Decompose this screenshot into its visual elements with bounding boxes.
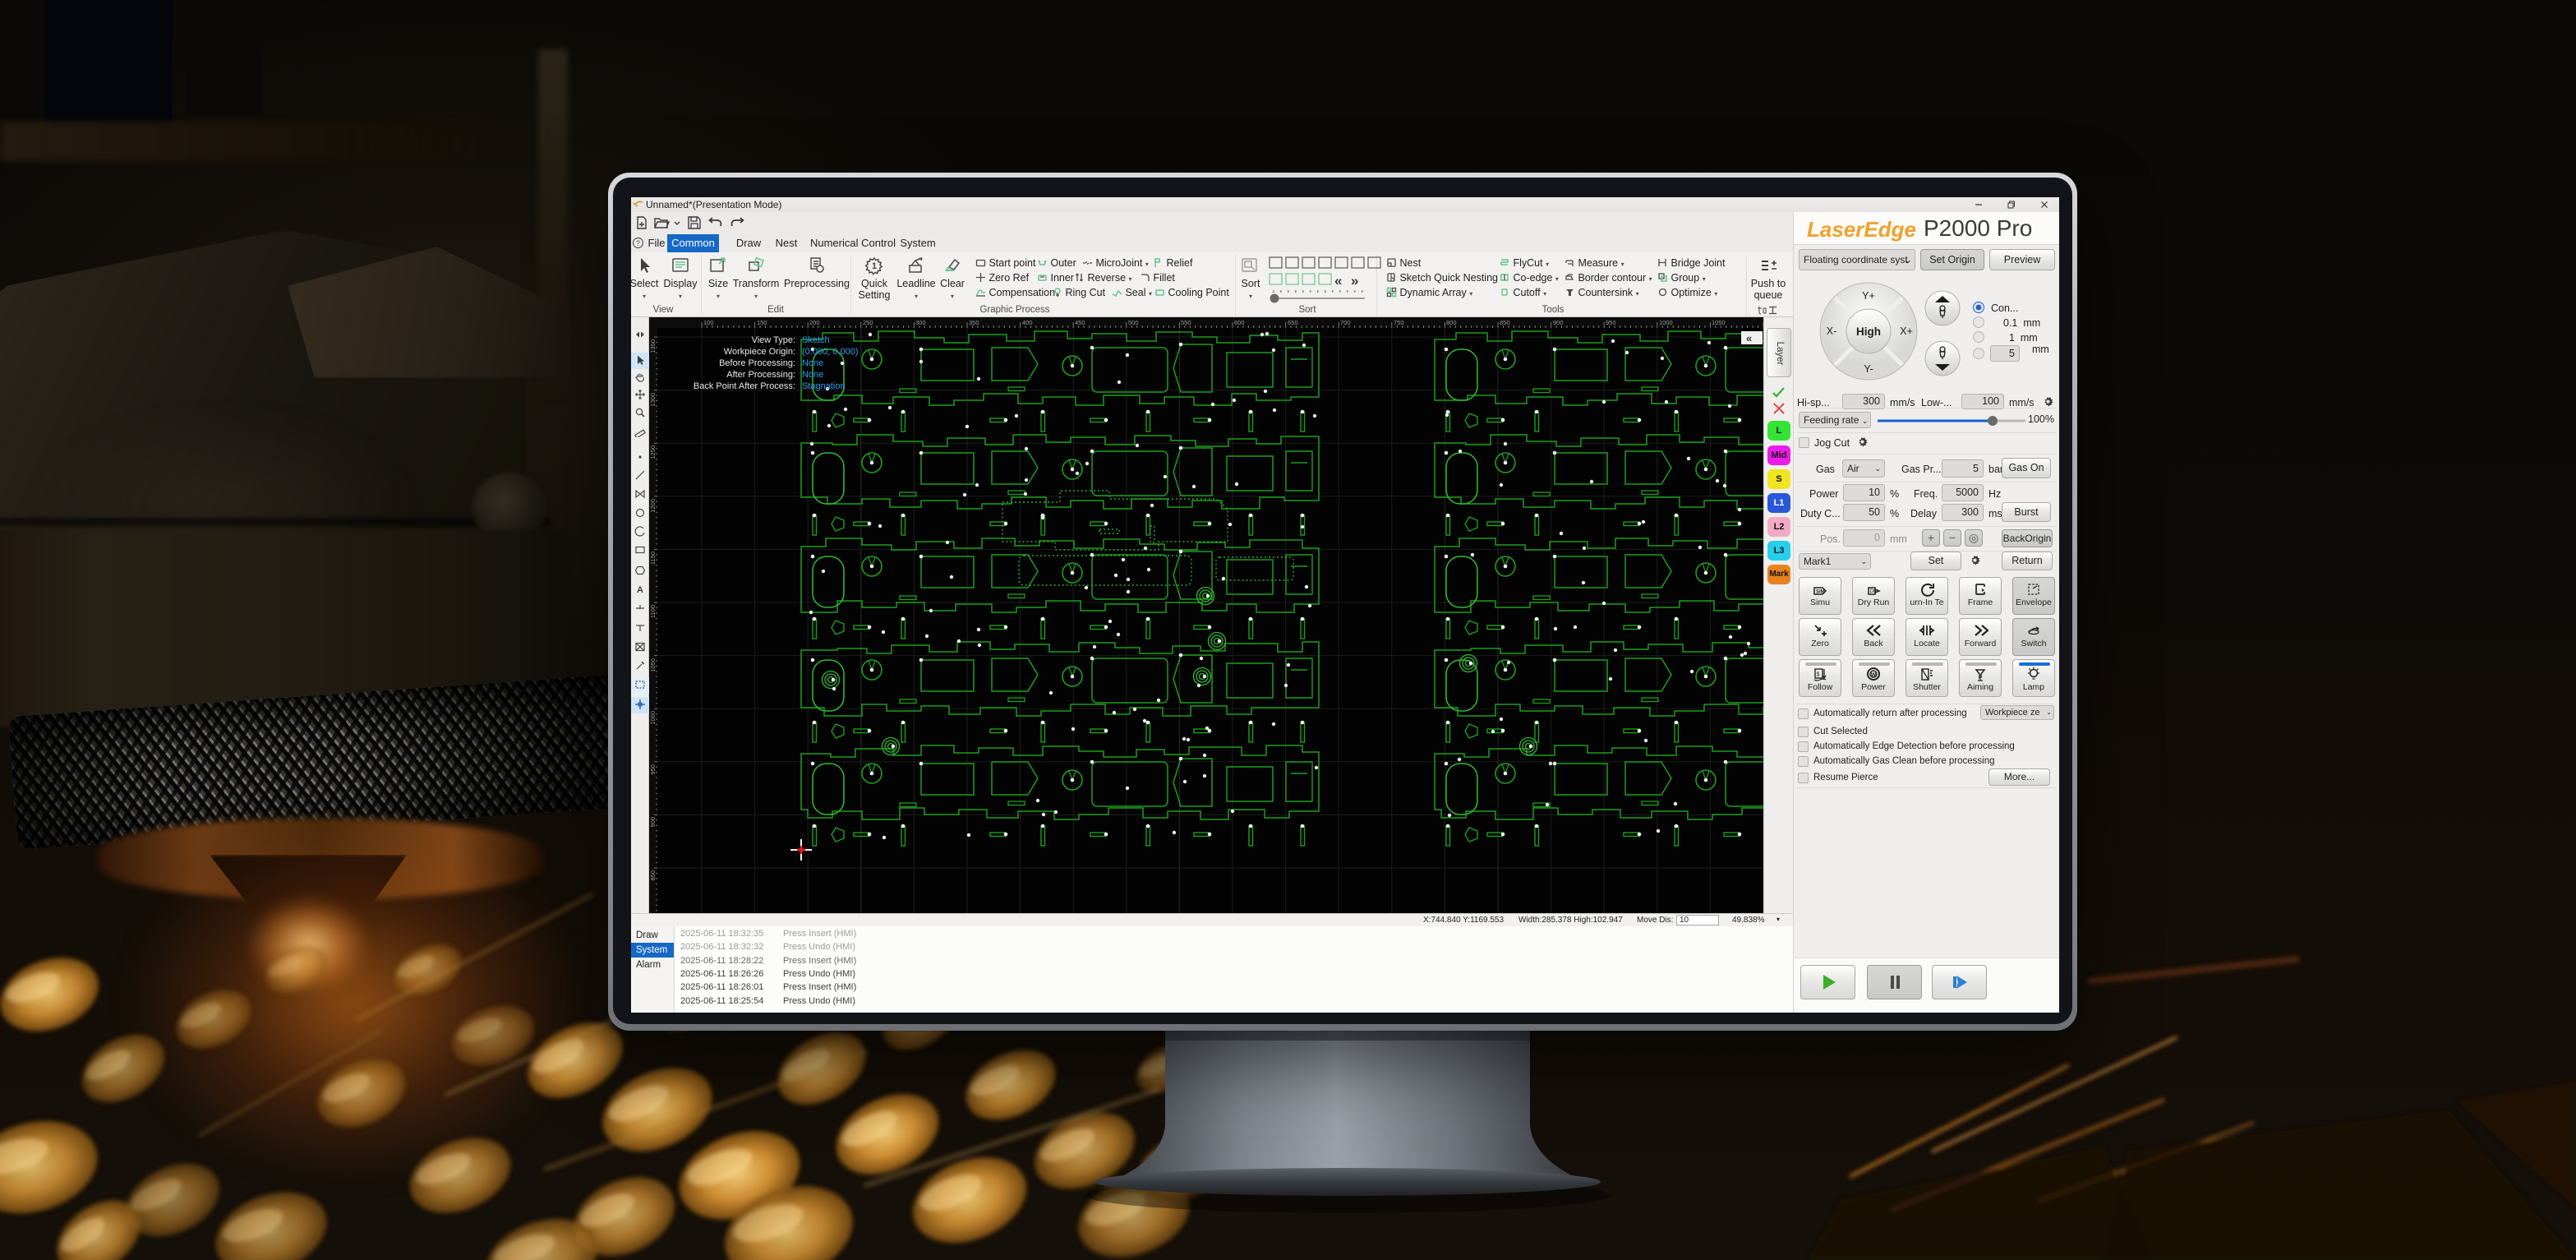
- svg-text:X+: X+: [1900, 325, 1913, 337]
- svg-text:600: 600: [1234, 319, 1245, 326]
- svg-text:200: 200: [809, 319, 820, 326]
- svg-text:650: 650: [1288, 319, 1298, 326]
- svg-text:High: High: [1856, 325, 1881, 338]
- svg-text:«: «: [1334, 273, 1342, 288]
- svg-text:Layer: Layer: [1775, 342, 1785, 366]
- svg-text:400: 400: [1022, 319, 1033, 326]
- svg-text:«: «: [1746, 332, 1752, 344]
- svg-text:850: 850: [1500, 319, 1510, 326]
- svg-text:A: A: [637, 585, 643, 595]
- svg-text:W: W: [1871, 672, 1877, 678]
- svg-text:950: 950: [649, 764, 657, 775]
- svg-text:500: 500: [1128, 319, 1139, 326]
- svg-text:900: 900: [649, 817, 657, 828]
- svg-text:250: 250: [863, 319, 873, 326]
- svg-text:Y-: Y-: [1864, 363, 1873, 375]
- svg-text:1000: 1000: [1659, 319, 1673, 326]
- svg-text:800: 800: [1446, 319, 1457, 326]
- svg-text:100: 100: [703, 319, 714, 326]
- svg-text:750: 750: [1394, 319, 1404, 326]
- svg-text:1250: 1250: [649, 445, 657, 459]
- svg-text:Y+: Y+: [1862, 290, 1875, 302]
- svg-text:150: 150: [757, 319, 767, 326]
- svg-text:450: 450: [1075, 319, 1085, 326]
- svg-text:1200: 1200: [649, 499, 657, 513]
- svg-text:1050: 1050: [1712, 319, 1726, 326]
- svg-text:DR: DR: [1870, 589, 1878, 594]
- svg-text:1050: 1050: [649, 658, 657, 672]
- svg-text:300: 300: [915, 319, 926, 326]
- svg-text:1150: 1150: [649, 552, 657, 565]
- svg-text:1100: 1100: [649, 605, 657, 618]
- svg-text:SIM: SIM: [1816, 590, 1825, 595]
- svg-text:X-: X-: [1827, 325, 1837, 337]
- svg-text:$: $: [1817, 672, 1820, 678]
- svg-text:1000: 1000: [649, 711, 657, 725]
- svg-text:?: ?: [636, 239, 640, 247]
- svg-text:»: »: [1351, 273, 1358, 288]
- svg-text:550: 550: [1181, 319, 1191, 326]
- svg-text:700: 700: [1340, 319, 1351, 326]
- svg-text:350: 350: [969, 319, 979, 326]
- svg-text:850: 850: [649, 870, 657, 881]
- svg-text:900: 900: [1553, 319, 1564, 326]
- svg-text:950: 950: [1606, 319, 1616, 326]
- svg-text:1300: 1300: [649, 393, 657, 407]
